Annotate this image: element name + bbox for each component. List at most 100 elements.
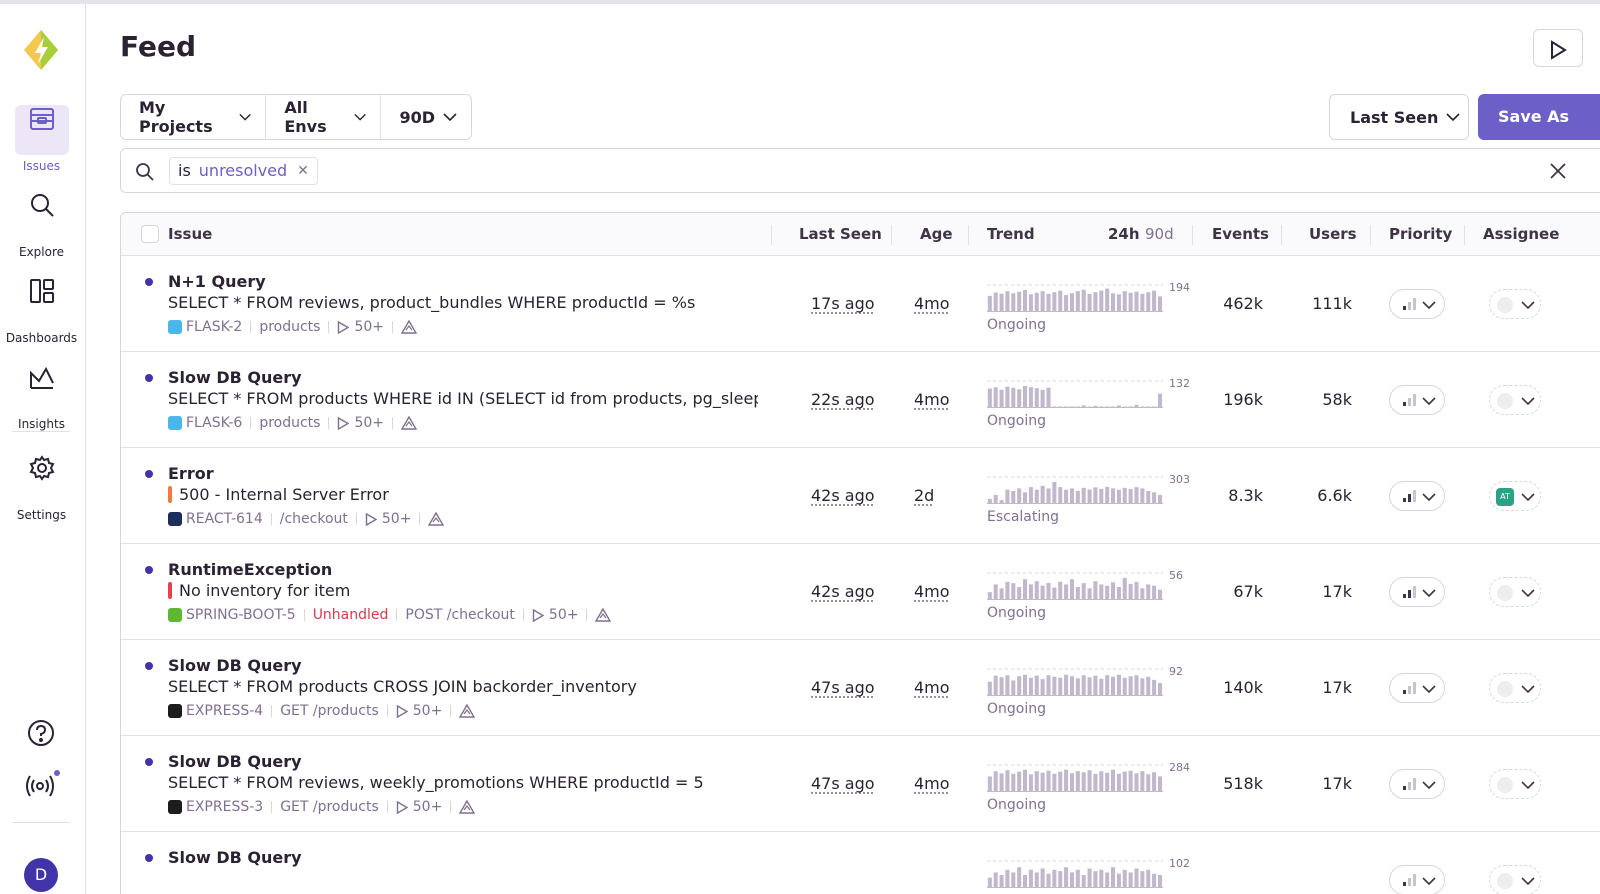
assignee-dropdown[interactable] xyxy=(1489,865,1541,894)
short-id[interactable]: EXPRESS-4 xyxy=(186,703,263,719)
short-id[interactable]: SPRING-BOOT-5 xyxy=(186,607,296,623)
issue-title[interactable]: Slow DB Query xyxy=(168,656,302,675)
search-input[interactable]: is unresolved ✕ xyxy=(120,148,1600,193)
unassigned-avatar xyxy=(1497,777,1513,793)
table-row[interactable]: Slow DB Query SELECT * FROM products CROS… xyxy=(121,640,1600,736)
header-trend: Trend xyxy=(987,225,1035,243)
trend-bar xyxy=(1005,581,1010,600)
sort-dropdown[interactable]: Last Seen xyxy=(1329,94,1469,140)
trend-bar xyxy=(1111,769,1116,792)
replay-count[interactable]: 50+ xyxy=(549,607,579,623)
trend-bar xyxy=(1105,872,1110,888)
trend-bar xyxy=(1069,488,1074,504)
trend-bar xyxy=(1122,677,1127,696)
trend-bar xyxy=(1093,581,1098,600)
header-issue: Issue xyxy=(168,225,213,243)
avatar[interactable]: D xyxy=(24,858,58,892)
save-as-button[interactable]: Save As xyxy=(1478,94,1600,140)
issue-title[interactable]: Slow DB Query xyxy=(168,752,302,771)
select-all-checkbox[interactable] xyxy=(141,225,159,243)
issue-title[interactable]: N+1 Query xyxy=(168,272,266,291)
priority-dropdown[interactable] xyxy=(1389,481,1445,511)
table-row[interactable]: N+1 Query SELECT * FROM reviews, product_… xyxy=(121,256,1600,352)
short-id[interactable]: EXPRESS-3 xyxy=(186,799,263,815)
trend-bar xyxy=(987,776,992,792)
sidebar-item-insights[interactable]: Insights xyxy=(0,352,83,431)
priority-dropdown[interactable] xyxy=(1389,673,1445,703)
logo-icon[interactable] xyxy=(22,28,60,72)
assignee-dropdown[interactable] xyxy=(1489,385,1541,415)
priority-dropdown[interactable] xyxy=(1389,289,1445,319)
issue-title[interactable]: Slow DB Query xyxy=(168,848,302,867)
trend-bar xyxy=(1052,406,1057,408)
last-seen: 22s ago xyxy=(811,390,875,409)
trend-bar xyxy=(1146,676,1151,696)
age: 4mo xyxy=(914,294,950,313)
trend-90d-toggle[interactable]: 90d xyxy=(1145,225,1174,243)
header-users[interactable]: Users xyxy=(1309,225,1357,243)
replay-count[interactable]: 50+ xyxy=(413,799,443,815)
replay-count[interactable]: 50+ xyxy=(354,319,384,335)
sidebar-item-settings[interactable]: Settings xyxy=(0,443,83,522)
sidebar-item-dashboards[interactable]: Dashboards xyxy=(0,266,83,345)
close-icon[interactable] xyxy=(1549,162,1567,180)
short-id[interactable]: FLASK-2 xyxy=(186,319,242,335)
assignee-dropdown[interactable] xyxy=(1489,289,1541,319)
remove-token-icon[interactable]: ✕ xyxy=(297,158,309,184)
help-icon[interactable] xyxy=(26,718,56,752)
search-token-value[interactable]: unresolved xyxy=(199,158,287,184)
environment-filter[interactable]: All Envs xyxy=(266,94,382,140)
replay-count[interactable]: 50+ xyxy=(382,511,412,527)
priority-dropdown[interactable] xyxy=(1389,577,1445,607)
priority-bars-icon xyxy=(1403,682,1416,694)
sidebar-item-issues[interactable]: Issues xyxy=(0,94,83,173)
table-row[interactable]: RuntimeException No inventory for item SPR… xyxy=(121,544,1600,640)
assignee-dropdown[interactable] xyxy=(1489,769,1541,799)
unread-dot xyxy=(145,662,153,670)
issue-title[interactable]: Slow DB Query xyxy=(168,368,302,387)
header-events[interactable]: Events xyxy=(1212,225,1269,243)
priority-dropdown[interactable] xyxy=(1389,865,1445,894)
assignee-avatar: AT xyxy=(1496,488,1514,506)
table-row[interactable]: Slow DB Query SELECT * FROM reviews, week… xyxy=(121,736,1600,832)
trend-bar xyxy=(1028,387,1033,408)
chevron-down-icon xyxy=(1521,397,1535,406)
unread-dot xyxy=(145,758,153,766)
table-row[interactable]: Slow DB Query 102 xyxy=(121,832,1600,894)
replay-count[interactable]: 50+ xyxy=(354,415,384,431)
trend-bar xyxy=(999,293,1004,312)
project-filter[interactable]: My Projects xyxy=(121,94,267,140)
period-filter[interactable]: 90D xyxy=(381,94,471,140)
trend-bar xyxy=(1152,290,1157,312)
sidebar-item-explore[interactable]: Explore xyxy=(0,180,83,259)
trend-bar xyxy=(1064,295,1069,312)
chevron-down-icon xyxy=(1422,397,1436,406)
header-last-seen[interactable]: Last Seen xyxy=(799,225,882,243)
header-age[interactable]: Age xyxy=(920,225,953,243)
priority-dropdown[interactable] xyxy=(1389,769,1445,799)
assignee-dropdown[interactable] xyxy=(1489,577,1541,607)
column-divider xyxy=(891,225,892,245)
short-id[interactable]: REACT-614 xyxy=(186,511,263,527)
issue-title[interactable]: Error xyxy=(168,464,214,483)
header-priority[interactable]: Priority xyxy=(1389,225,1452,243)
short-id[interactable]: FLASK-6 xyxy=(186,415,242,431)
trend-bar xyxy=(1134,404,1139,408)
trend-bar xyxy=(1017,676,1022,696)
column-divider xyxy=(771,225,772,245)
search-token[interactable]: is unresolved ✕ xyxy=(169,157,318,185)
trend-bar xyxy=(1122,406,1127,408)
trend-bar xyxy=(1157,776,1162,792)
table-row[interactable]: Slow DB Query SELECT * FROM products WHER… xyxy=(121,352,1600,448)
broadcast-icon[interactable] xyxy=(24,770,60,804)
trend-24h-toggle[interactable]: 24h xyxy=(1108,225,1140,243)
assignee-dropdown[interactable]: AT xyxy=(1489,481,1541,511)
issue-title[interactable]: RuntimeException xyxy=(168,560,332,579)
assignee-dropdown[interactable] xyxy=(1489,673,1541,703)
trend-bar xyxy=(1116,873,1121,888)
table-row[interactable]: Error 500 - Internal Server Error REACT-61… xyxy=(121,448,1600,544)
play-button[interactable] xyxy=(1533,29,1583,67)
events-count: 67k xyxy=(1233,582,1263,601)
replay-count[interactable]: 50+ xyxy=(413,703,443,719)
priority-dropdown[interactable] xyxy=(1389,385,1445,415)
